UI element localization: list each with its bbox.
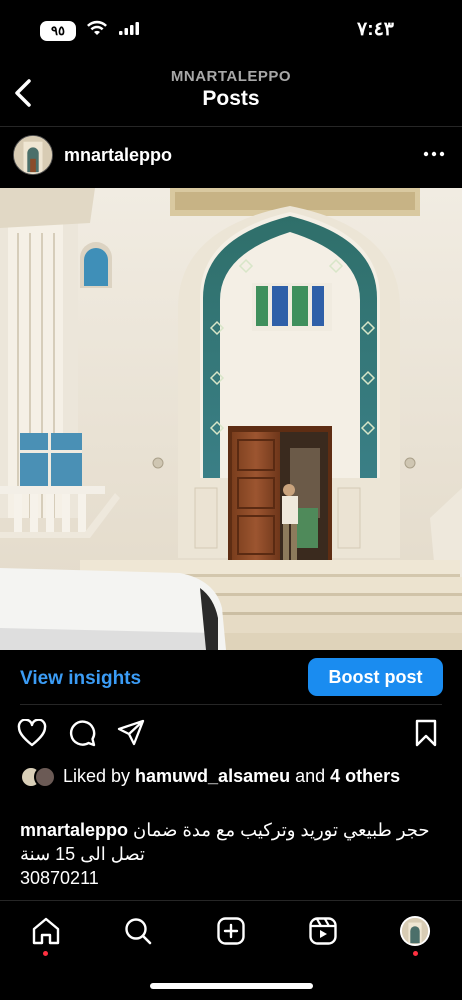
building-entrance-photo [0,188,462,650]
boost-post-button[interactable]: Boost post [308,658,443,696]
battery-icon: ٩٥ [40,20,76,41]
tab-search[interactable] [122,914,154,948]
insights-row: View insights Boost post [0,656,462,700]
liker-username[interactable]: hamuwd_alsameu [135,766,290,786]
nav-titles: MNARTALEPPO Posts [0,68,462,111]
caption-number: 30870211 [20,868,99,888]
profile-notification-dot [413,951,418,956]
likes-prefix: Liked by [63,766,136,786]
avatar[interactable] [13,135,53,175]
tab-reels[interactable] [307,914,339,948]
home-notification-dot [43,951,48,956]
caption-username[interactable]: mnartaleppo [20,820,128,840]
tab-home[interactable] [30,914,62,948]
save-button[interactable] [411,718,441,748]
status-bar: ٩٥ ٧:٤٣ [0,0,462,60]
actions-row [0,712,462,756]
signal-icon [118,20,140,41]
tab-create[interactable] [215,914,247,948]
status-icons: ٩٥ [40,20,140,41]
avatar [34,766,56,788]
liker-avatars[interactable] [20,766,60,788]
likes-row: Liked by hamuwd_alsameu and 4 others [20,764,440,788]
page-title: Posts [202,87,260,110]
post-header: mnartaleppo [0,130,462,186]
nav-bar: MNARTALEPPO Posts [0,60,462,124]
likes-others[interactable]: 4 others [330,766,400,786]
create-icon [217,917,245,945]
more-options-button[interactable] [422,144,446,164]
battery-level: ٩٥ [51,22,65,38]
more-horizontal-icon [423,151,445,157]
like-button[interactable] [17,718,47,748]
share-icon [117,719,145,746]
comment-button[interactable] [67,718,97,748]
post-username[interactable]: mnartaleppo [64,145,172,166]
tab-profile[interactable] [399,914,431,948]
share-button[interactable] [116,718,146,748]
status-time: ٧:٤٣ [357,19,394,40]
likes-middle: and [290,766,331,786]
reels-icon [309,917,337,945]
search-icon [125,918,152,945]
view-insights-link[interactable]: View insights [20,668,141,690]
comment-icon [69,720,96,747]
heart-icon [17,719,47,747]
post-caption: mnartaleppo حجر طبيعي توريد وتركيب مع مد… [20,818,440,890]
home-icon [32,917,60,945]
header-divider [0,126,462,127]
likes-text[interactable]: Liked by hamuwd_alsameu and 4 others [63,764,440,788]
wifi-icon [86,20,108,41]
profile-avatar [399,915,431,947]
home-indicator [150,983,313,989]
nav-subtitle[interactable]: MNARTALEPPO [0,68,462,85]
bookmark-icon [415,719,437,747]
post-image[interactable] [0,188,462,650]
insights-divider [20,704,442,705]
